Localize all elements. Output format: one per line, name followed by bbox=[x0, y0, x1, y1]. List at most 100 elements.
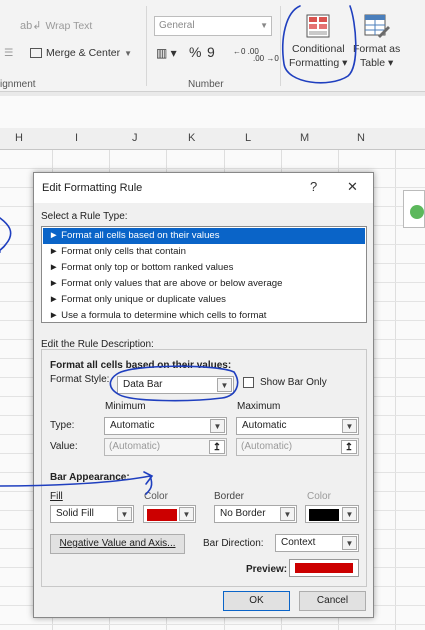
image-thumbnail[interactable] bbox=[403, 190, 425, 228]
rule-type-item[interactable]: ► Format all cells based on their values bbox=[43, 228, 365, 244]
rule-type-list[interactable]: ► Format all cells based on their values… bbox=[41, 226, 367, 323]
column-header[interactable]: H bbox=[15, 132, 23, 144]
rule-type-item[interactable]: ► Format only values that are above or b… bbox=[43, 276, 365, 292]
preview-label: Preview: bbox=[246, 564, 288, 575]
format-as-table-icon bbox=[364, 14, 390, 38]
comma-button[interactable]: 9 bbox=[207, 44, 215, 60]
max-value-text: (Automatic) bbox=[241, 441, 293, 452]
chevron-down-icon: ▼ bbox=[117, 507, 132, 521]
gridline bbox=[395, 150, 396, 630]
conditional-formatting-button[interactable]: Conditional Formatting ▾ bbox=[286, 8, 350, 74]
format-style-combo[interactable]: Data Bar ▼ bbox=[117, 376, 234, 394]
conditional-formatting-label: Formatting ▾ bbox=[289, 57, 348, 69]
fill-color-swatch bbox=[147, 509, 177, 521]
cancel-label: Cancel bbox=[316, 595, 349, 606]
rule-type-item[interactable]: ► Use a formula to determine which cells… bbox=[43, 308, 365, 324]
bar-direction-combo[interactable]: Context ▼ bbox=[275, 534, 359, 552]
rule-type-item[interactable]: ► Format only unique or duplicate values bbox=[43, 292, 365, 308]
minimum-label: Minimum bbox=[105, 401, 146, 412]
format-style-value: Data Bar bbox=[123, 379, 163, 390]
merge-center-label: Merge & Center bbox=[46, 47, 121, 59]
show-bar-only-label: Show Bar Only bbox=[260, 377, 327, 388]
ok-label: OK bbox=[249, 595, 264, 606]
range-select-icon[interactable]: ↥ bbox=[341, 440, 357, 454]
max-type-value: Automatic bbox=[242, 420, 287, 431]
bar-direction-label: Bar Direction: bbox=[203, 538, 264, 549]
chevron-down-icon: ▼ bbox=[179, 507, 194, 521]
min-type-value: Automatic bbox=[110, 420, 155, 431]
group-separator bbox=[280, 6, 281, 86]
max-type-combo[interactable]: Automatic ▼ bbox=[236, 417, 359, 435]
fill-label: Fill bbox=[50, 491, 63, 502]
border-color-picker[interactable]: ▼ bbox=[305, 505, 359, 523]
currency-icon[interactable]: ▥ ▾ bbox=[156, 46, 177, 60]
column-header[interactable]: N bbox=[357, 132, 365, 144]
format-as-table-label: Table ▾ bbox=[360, 57, 394, 69]
border-type-combo[interactable]: No Border ▼ bbox=[214, 505, 297, 523]
border-label: Border bbox=[214, 491, 245, 502]
number-format-combo[interactable]: General ▼ bbox=[154, 16, 272, 36]
column-header[interactable]: M bbox=[300, 132, 309, 144]
min-type-combo[interactable]: Automatic ▼ bbox=[104, 417, 227, 435]
column-header-row: H I J K L M N bbox=[0, 128, 425, 150]
border-type-value: No Border bbox=[220, 508, 266, 519]
number-format-value: General bbox=[159, 20, 195, 31]
conditional-formatting-icon bbox=[306, 14, 330, 38]
min-value-field[interactable]: (Automatic) ↥ bbox=[104, 438, 227, 456]
rule-description-panel: Format all cells based on their values: … bbox=[41, 349, 367, 587]
edit-formatting-rule-dialog: Edit Formatting Rule ? ✕ Select a Rule T… bbox=[33, 172, 374, 618]
range-select-icon[interactable]: ↥ bbox=[209, 440, 225, 454]
group-separator bbox=[146, 6, 147, 86]
wrap-text-icon: ab↲ bbox=[20, 20, 42, 32]
fill-color-picker[interactable]: ▼ bbox=[143, 505, 196, 523]
column-header[interactable]: I bbox=[75, 132, 78, 144]
wrap-text-button[interactable]: ab↲ Wrap Text bbox=[20, 19, 93, 33]
column-header[interactable]: L bbox=[245, 132, 251, 144]
chevron-down-icon: ▼ bbox=[342, 536, 357, 550]
format-style-label: Format Style: bbox=[50, 374, 110, 385]
chevron-down-icon: ▼ bbox=[342, 507, 357, 521]
help-button[interactable]: ? bbox=[310, 179, 317, 194]
close-button[interactable]: ✕ bbox=[347, 179, 358, 195]
ok-button[interactable]: OK bbox=[223, 591, 290, 611]
border-color-swatch bbox=[309, 509, 339, 521]
bar-direction-value: Context bbox=[281, 537, 316, 548]
format-as-table-label: Format as bbox=[353, 43, 401, 55]
maximum-label: Maximum bbox=[237, 401, 281, 412]
merge-center-button[interactable]: Merge & Center ▼ bbox=[30, 47, 132, 59]
chevron-down-icon: ▼ bbox=[124, 48, 133, 58]
dialog-titlebar: Edit Formatting Rule ? ✕ bbox=[34, 173, 373, 203]
border-color-label: Color bbox=[307, 491, 331, 502]
negative-value-axis-button[interactable]: Negative Value and Axis... bbox=[50, 534, 185, 554]
bar-appearance-header: Bar Appearance: bbox=[50, 472, 130, 483]
chevron-down-icon: ▼ bbox=[210, 419, 225, 433]
preview-box bbox=[289, 559, 359, 577]
show-bar-only-checkbox[interactable] bbox=[243, 377, 254, 388]
preview-bar bbox=[295, 563, 353, 573]
column-header[interactable]: J bbox=[132, 132, 138, 144]
dialog-title: Edit Formatting Rule bbox=[42, 182, 143, 194]
value-label: Value: bbox=[50, 441, 78, 452]
merge-icon bbox=[30, 48, 42, 58]
max-value-field[interactable]: (Automatic) ↥ bbox=[236, 438, 359, 456]
chevron-down-icon: ▼ bbox=[260, 21, 268, 30]
rule-type-item[interactable]: ► Format only top or bottom ranked value… bbox=[43, 260, 365, 276]
ribbon: ab↲ Wrap Text ☰ Merge & Center ▼ ignment… bbox=[0, 0, 425, 92]
cancel-button[interactable]: Cancel bbox=[299, 591, 366, 611]
chevron-down-icon: ▼ bbox=[217, 378, 232, 392]
decrease-decimal-button[interactable]: .00 →0 bbox=[253, 54, 279, 63]
gridline bbox=[0, 168, 425, 169]
fill-color-label: Color bbox=[144, 491, 168, 502]
format-all-header: Format all cells based on their values: bbox=[50, 360, 232, 371]
select-rule-type-label: Select a Rule Type: bbox=[41, 211, 128, 222]
percent-button[interactable]: % bbox=[189, 44, 201, 60]
rule-type-item[interactable]: ► Format only cells that contain bbox=[43, 244, 365, 260]
fill-type-combo[interactable]: Solid Fill ▼ bbox=[50, 505, 134, 523]
column-header[interactable]: K bbox=[188, 132, 195, 144]
align-icon[interactable]: ☰ bbox=[4, 47, 13, 59]
conditional-formatting-label: Conditional bbox=[292, 43, 345, 55]
gridline bbox=[0, 624, 425, 625]
wrap-text-label: Wrap Text bbox=[45, 19, 93, 32]
format-as-table-button[interactable]: Format as Table ▾ bbox=[352, 8, 404, 74]
number-group-label: Number bbox=[188, 79, 224, 90]
